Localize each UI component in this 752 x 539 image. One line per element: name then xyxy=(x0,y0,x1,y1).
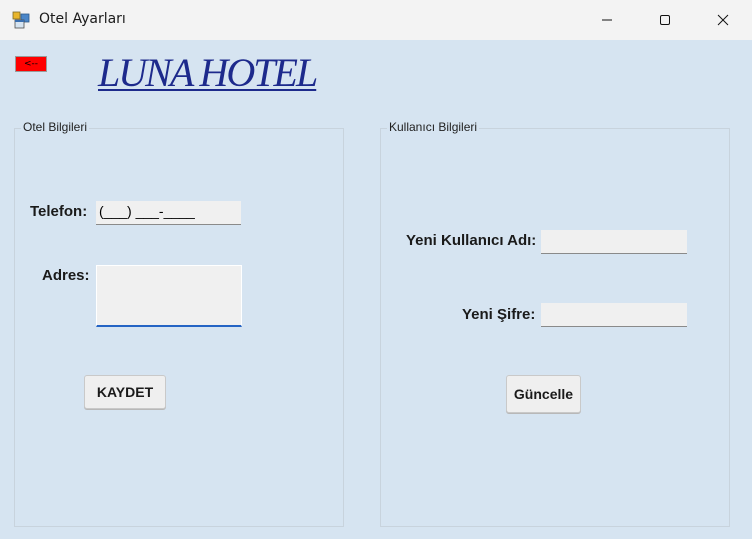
close-button[interactable] xyxy=(694,0,752,40)
username-label: Yeni Kullanıcı Adı: xyxy=(406,232,537,249)
password-label: Yeni Şifre: xyxy=(462,306,536,323)
maximize-button[interactable] xyxy=(636,0,694,40)
app-icon xyxy=(12,11,30,29)
minimize-icon xyxy=(602,19,612,21)
hotel-logo: LUNA HOTEL xyxy=(98,50,318,95)
close-icon xyxy=(717,14,729,26)
minimize-button[interactable] xyxy=(578,0,636,40)
hotel-info-group: Otel Bilgileri xyxy=(14,120,344,527)
window-title: Otel Ayarları xyxy=(39,11,126,27)
back-button[interactable]: <-- xyxy=(15,56,47,72)
username-label-clip: Yeni Kullanıcı Adı: xyxy=(404,230,541,252)
address-input[interactable] xyxy=(96,265,242,327)
password-input[interactable] xyxy=(541,303,687,327)
hotel-info-legend: Otel Bilgileri xyxy=(21,120,90,134)
update-button[interactable]: Güncelle xyxy=(506,375,581,413)
user-info-group: Kullanıcı Bilgileri xyxy=(380,120,730,527)
phone-label: Telefon: xyxy=(30,203,88,220)
phone-input[interactable]: (___) ___-____ xyxy=(96,201,241,225)
address-label: Adres: xyxy=(42,267,90,284)
maximize-icon xyxy=(660,15,670,25)
save-button[interactable]: KAYDET xyxy=(84,375,166,409)
username-input[interactable] xyxy=(541,230,687,254)
title-bar: Otel Ayarları xyxy=(0,0,752,40)
user-info-legend: Kullanıcı Bilgileri xyxy=(387,120,480,134)
